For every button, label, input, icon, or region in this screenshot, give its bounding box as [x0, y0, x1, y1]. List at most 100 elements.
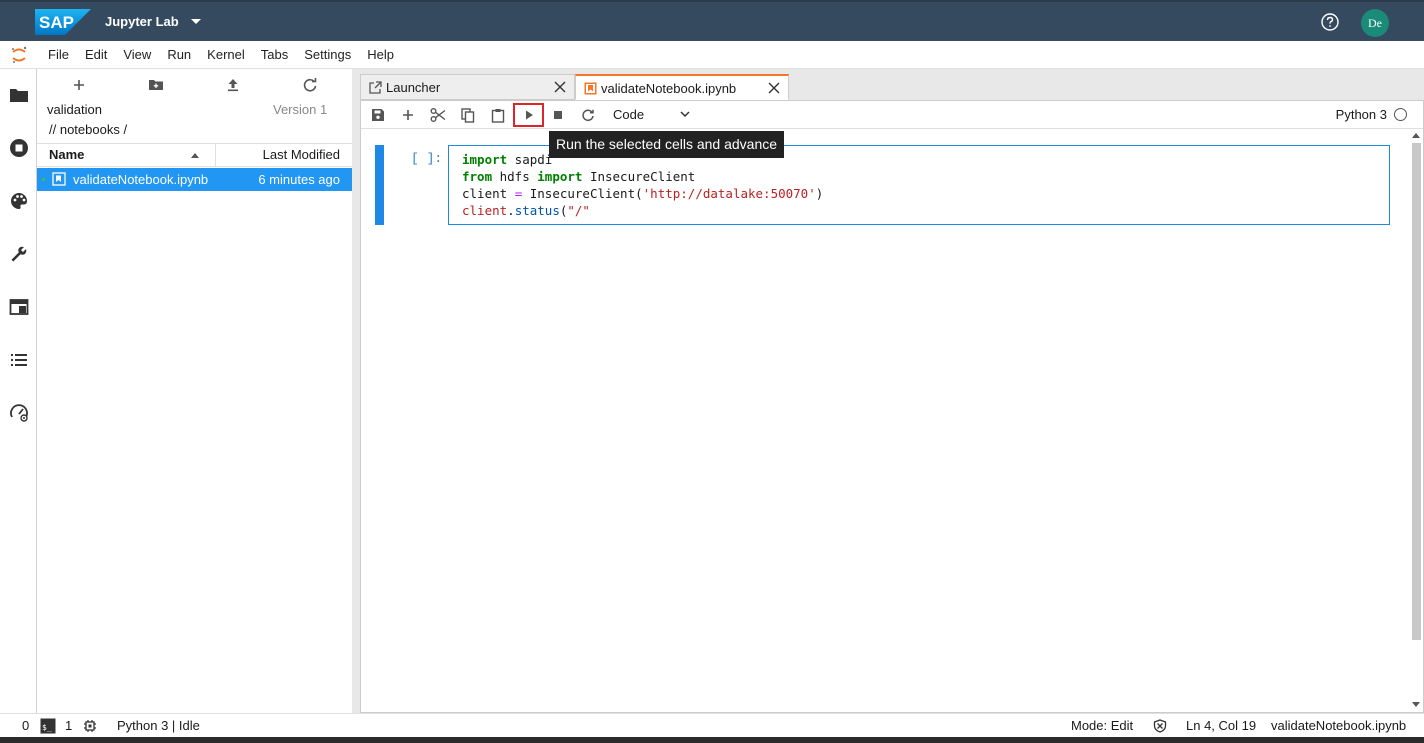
menu-help[interactable]: Help [359, 41, 402, 69]
notebook-scrollbar[interactable] [1410, 131, 1421, 709]
running-stop-icon[interactable] [9, 138, 29, 158]
file-modified: 6 minutes ago [258, 172, 340, 187]
copy-button[interactable] [457, 105, 479, 125]
new-launcher-icon[interactable] [69, 75, 89, 95]
kernel-idle-icon [1394, 108, 1407, 121]
status-bar: 0 $_ 1 Python 3 | Idle Mode: Edit Ln 4, … [0, 713, 1424, 737]
breadcrumb-path[interactable]: // notebooks / [49, 122, 127, 137]
svg-text:$_: $_ [42, 723, 52, 732]
version-label: Version 1 [273, 102, 328, 117]
menu-view[interactable]: View [115, 41, 159, 69]
app-title-menu[interactable]: Jupyter Lab [105, 14, 201, 29]
panel-splitter[interactable] [352, 69, 360, 713]
close-icon[interactable] [768, 82, 780, 94]
palette-icon[interactable] [9, 191, 29, 211]
paste-button[interactable] [487, 105, 509, 125]
dashboard-icon[interactable] [9, 403, 29, 423]
tab-launcher[interactable]: Launcher [360, 74, 575, 100]
save-button[interactable] [367, 105, 389, 125]
new-folder-icon[interactable] [146, 75, 166, 95]
code-cell[interactable]: [ ]: import sapdi from hdfs import Insec… [375, 145, 1390, 225]
avatar-initials: De [1368, 15, 1382, 30]
column-modified-header[interactable]: Last Modified [216, 144, 352, 166]
menu-tabs[interactable]: Tabs [253, 41, 296, 69]
menu-run[interactable]: Run [159, 41, 199, 69]
cut-button[interactable] [427, 105, 449, 125]
restart-icon [582, 109, 594, 122]
menu-kernel[interactable]: Kernel [199, 41, 253, 69]
column-name-header[interactable]: Name [37, 144, 216, 166]
file-name: validateNotebook.ipynb [73, 172, 209, 187]
refresh-icon[interactable] [300, 75, 320, 95]
status-filename: validateNotebook.ipynb [1271, 718, 1407, 733]
window-bottom-edge [0, 737, 1424, 743]
help-icon[interactable] [1321, 13, 1339, 31]
close-icon[interactable] [554, 81, 566, 93]
stop-button[interactable] [547, 105, 569, 125]
menu-bar: File Edit View Run Kernel Tabs Settings … [0, 41, 1424, 69]
tabs-icon[interactable] [9, 297, 29, 317]
cursor-position[interactable]: Ln 4, Col 19 [1186, 718, 1256, 733]
activity-bar [0, 69, 37, 713]
running-indicator-icon [42, 178, 45, 181]
cell-collapser[interactable] [375, 145, 384, 225]
save-icon [372, 109, 384, 121]
terminal-icon[interactable]: $_ [40, 718, 56, 734]
code-line: client = InsecureClient('http://datalake… [462, 186, 824, 201]
tab-label: Launcher [386, 80, 441, 95]
app-title: Jupyter Lab [105, 14, 179, 29]
scroll-up-icon[interactable] [1412, 133, 1420, 138]
cut-icon [430, 108, 446, 122]
run-tooltip: Run the selected cells and advance [549, 131, 785, 158]
restart-button[interactable] [577, 105, 599, 125]
file-browser-toolbar [37, 69, 352, 101]
add-cell-button[interactable] [397, 105, 419, 125]
column-modified-label: Last Modified [262, 147, 340, 162]
scroll-thumb[interactable] [1412, 143, 1421, 640]
wrench-icon[interactable] [9, 244, 29, 264]
menu-file[interactable]: File [40, 41, 77, 69]
jupyter-logo-icon [12, 46, 27, 63]
menu-settings[interactable]: Settings [296, 41, 359, 69]
shell-bar: SAP Jupyter Lab De [0, 0, 1424, 41]
paste-icon [491, 108, 505, 123]
breadcrumb-root[interactable]: validation [47, 102, 102, 117]
editor-mode: Mode: Edit [1071, 718, 1134, 733]
run-button[interactable] [513, 103, 544, 127]
code-line: client.status("/" [462, 203, 590, 218]
kernel-count[interactable]: 1 [65, 718, 72, 733]
cell-prompt: [ ]: [411, 151, 443, 166]
scroll-down-icon[interactable] [1412, 702, 1420, 707]
kernel-status[interactable]: Python 3 | Idle [117, 718, 200, 733]
notebook-file-icon [52, 172, 66, 186]
avatar[interactable]: De [1361, 9, 1389, 37]
upload-icon[interactable] [223, 75, 243, 95]
terminal-count[interactable]: 0 [22, 718, 29, 733]
file-list-header: Name Last Modified [37, 143, 352, 167]
file-browser: validation Version 1 // notebooks / Name… [37, 69, 352, 713]
kernel-name[interactable]: Python 3 [1336, 107, 1387, 122]
tab-notebook[interactable]: validateNotebook.ipynb [575, 74, 789, 100]
add-cell-icon [403, 110, 413, 120]
file-list-item[interactable]: validateNotebook.ipynb 6 minutes ago [37, 168, 352, 191]
run-icon [525, 110, 533, 120]
menu-edit[interactable]: Edit [77, 41, 115, 69]
toc-list-icon[interactable] [9, 350, 29, 370]
notebook-panel: Code Python 3 Run the selected cells and… [360, 100, 1424, 713]
svg-text:SAP: SAP [39, 13, 74, 32]
folder-icon[interactable] [9, 85, 29, 105]
chevron-down-icon [190, 19, 201, 24]
launcher-icon [369, 81, 382, 94]
tab-bar: Launcher validateNotebook.ipynb [360, 74, 789, 100]
column-name-label: Name [49, 147, 85, 162]
chevron-down-icon[interactable] [679, 109, 691, 119]
cpu-icon[interactable] [83, 719, 97, 733]
notebook-icon [584, 82, 597, 95]
stop-icon [554, 111, 562, 119]
notebook-toolbar: Code Python 3 [361, 101, 1423, 129]
tab-label: validateNotebook.ipynb [601, 81, 737, 96]
trusted-shield-icon[interactable] [1153, 719, 1167, 733]
sap-logo[interactable]: SAP [35, 9, 91, 35]
menu-items: File Edit View Run Kernel Tabs Settings … [40, 41, 402, 69]
code-line: from hdfs import InsecureClient [462, 169, 696, 184]
